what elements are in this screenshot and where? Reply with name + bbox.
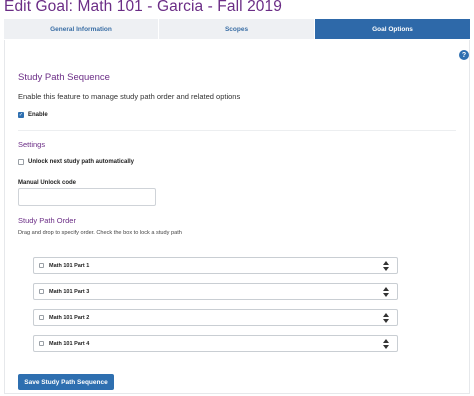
tab-scopes[interactable]: Scopes — [159, 19, 315, 39]
tab-general-information[interactable]: General Information — [4, 19, 159, 39]
tab-bar: General Information Scopes Goal Options — [4, 19, 470, 39]
study-path-label: Math 101 Part 4 — [49, 340, 90, 347]
tab-goal-options[interactable]: Goal Options — [315, 19, 470, 39]
study-path-label: Math 101 Part 3 — [49, 288, 90, 295]
page-title: Edit Goal: Math 101 - Garcia - Fall 2019 — [4, 0, 282, 15]
study-path-description: Enable this feature to manage study path… — [18, 92, 241, 101]
lock-checkbox[interactable] — [39, 289, 44, 294]
section-divider — [18, 130, 456, 131]
unlock-auto-row: Unlock next study path automatically — [18, 159, 134, 165]
study-path-label: Math 101 Part 2 — [49, 314, 90, 321]
study-path-order-instructions: Drag and drop to specify order. Check th… — [18, 230, 182, 236]
lock-checkbox[interactable] — [39, 341, 44, 346]
enable-row: Enable — [18, 112, 48, 118]
study-path-sequence-title: Study Path Sequence — [18, 72, 110, 83]
save-study-path-sequence-button[interactable]: Save Study Path Sequence — [18, 374, 114, 390]
manual-unlock-label: Manual Unlock code — [18, 180, 77, 186]
enable-checkbox[interactable] — [18, 112, 24, 118]
study-path-order-title: Study Path Order — [18, 216, 76, 225]
study-path-item[interactable]: Math 101 Part 1 — [33, 257, 398, 274]
unlock-auto-checkbox[interactable] — [18, 159, 24, 165]
sort-updown-icon[interactable] — [383, 339, 389, 349]
enable-label: Enable — [28, 112, 48, 118]
manual-unlock-input[interactable] — [18, 188, 156, 206]
sort-updown-icon[interactable] — [383, 313, 389, 323]
unlock-auto-label: Unlock next study path automatically — [28, 159, 135, 165]
study-path-item[interactable]: Math 101 Part 3 — [33, 283, 398, 300]
study-path-item[interactable]: Math 101 Part 4 — [33, 335, 398, 352]
help-icon[interactable]: ? — [459, 50, 469, 60]
settings-title: Settings — [18, 140, 46, 149]
sort-updown-icon[interactable] — [383, 261, 389, 271]
lock-checkbox[interactable] — [39, 315, 44, 320]
study-path-item[interactable]: Math 101 Part 2 — [33, 309, 398, 326]
study-path-label: Math 101 Part 1 — [49, 262, 90, 269]
sort-updown-icon[interactable] — [383, 287, 389, 297]
lock-checkbox[interactable] — [39, 263, 44, 268]
